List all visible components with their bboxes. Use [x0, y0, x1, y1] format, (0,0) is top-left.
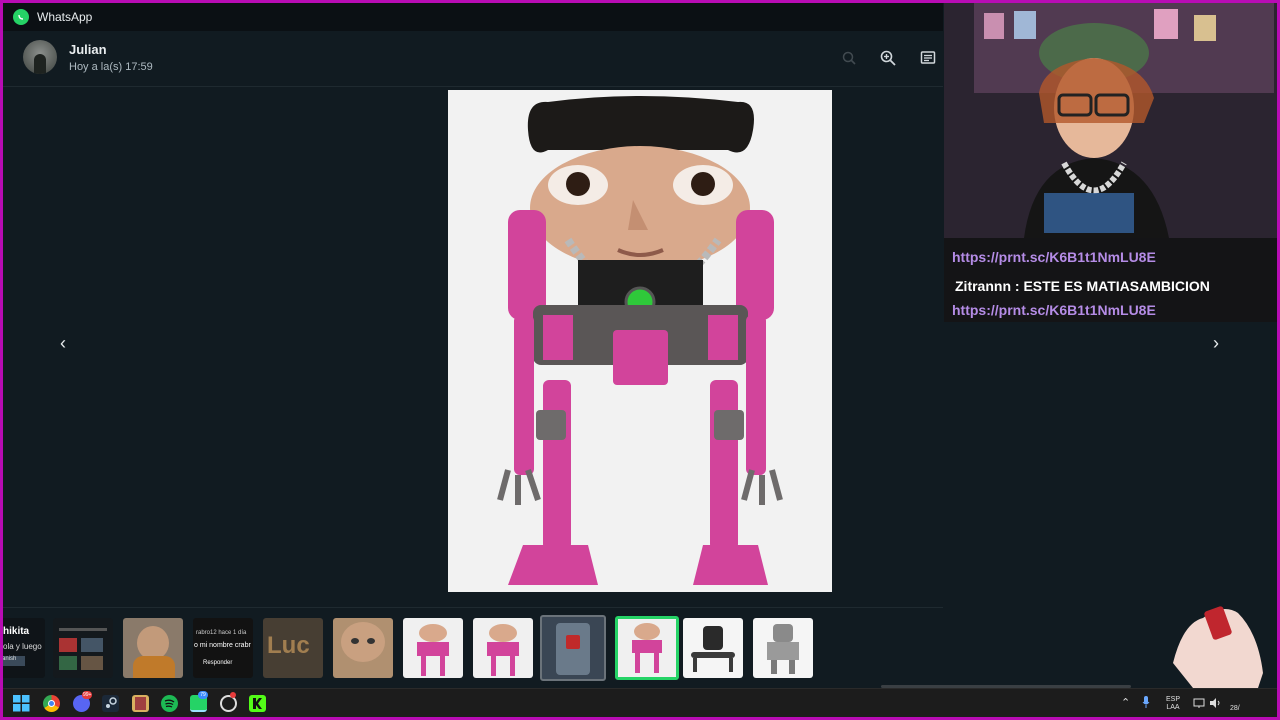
- language-indicator[interactable]: ESP LAA: [1163, 696, 1183, 712]
- thumbnail-7[interactable]: [403, 618, 463, 678]
- kick-icon[interactable]: [249, 695, 266, 712]
- thumb-text: ola y luego: [3, 642, 42, 651]
- windows-taskbar: 99+ 79 ⌃ ESP LAA 28/: [3, 688, 1277, 717]
- keyboard-layout: LAA: [1166, 704, 1180, 711]
- chat-link-1[interactable]: https://prnt.sc/K6B1t1NmLU8E: [952, 249, 1156, 265]
- screen-frame: WhatsApp Julian Hoy a la(s) 17:59 ‹ › ht…: [3, 3, 1277, 717]
- network-icon[interactable]: [1193, 696, 1205, 708]
- thumb-text: anish: [3, 656, 25, 666]
- spotify-icon[interactable]: [161, 695, 178, 712]
- robot-image: [448, 90, 832, 592]
- thumbnail-10-selected[interactable]: [615, 616, 679, 680]
- webcam-feed: [944, 3, 1277, 238]
- contact-name[interactable]: Julian: [69, 42, 107, 57]
- thumbnail-2[interactable]: [53, 618, 113, 678]
- window-title: WhatsApp: [37, 10, 93, 24]
- thumbnail-9[interactable]: [540, 615, 606, 681]
- chat-separator: :: [1011, 278, 1024, 294]
- whatsapp-logo-icon: [13, 9, 29, 25]
- thumbnail-8[interactable]: [473, 618, 533, 678]
- discord-icon[interactable]: 99+: [73, 691, 93, 712]
- message-timestamp: Hoy a la(s) 17:59: [69, 61, 153, 73]
- thumbnail-12[interactable]: [753, 618, 813, 678]
- window-titlebar: WhatsApp: [3, 3, 943, 31]
- next-media-button[interactable]: ›: [1202, 329, 1230, 357]
- clock-date[interactable]: 28/: [1230, 705, 1240, 712]
- windows-start-icon[interactable]: [13, 695, 30, 712]
- streamer-webcam-overlay: [944, 3, 1277, 238]
- stream-chat-overlay: https://prnt.sc/K6B1t1NmLU8E Zitrannn : …: [944, 238, 1277, 322]
- zoom-out-icon[interactable]: [838, 47, 860, 69]
- main-media-image[interactable]: [448, 90, 832, 592]
- zoom-in-icon[interactable]: [877, 47, 899, 69]
- chrome-icon[interactable]: [43, 695, 60, 712]
- microphone-icon[interactable]: [1142, 695, 1150, 709]
- thumbnail-5[interactable]: Luc: [263, 618, 323, 678]
- whatsapp-badge: 79: [198, 691, 208, 699]
- streamer-hand-overlay: [1163, 593, 1273, 688]
- thumbnail-3[interactable]: [123, 618, 183, 678]
- previous-media-button[interactable]: ‹: [49, 329, 77, 357]
- thumb-text: hikita: [3, 626, 30, 637]
- thumbnail-1[interactable]: hikita ola y luego anish: [3, 618, 45, 678]
- media-viewer-header: Julian Hoy a la(s) 17:59: [3, 31, 943, 87]
- media-thumbnail-strip: hikita ola y luego anish rabro12 hace 1 …: [3, 607, 943, 683]
- file-explorer-icon[interactable]: [132, 695, 149, 712]
- chevron-left-icon: ‹: [60, 332, 66, 353]
- thumbnail-11[interactable]: [683, 618, 743, 678]
- discord-badge: 99+: [82, 691, 93, 699]
- thumb-text: Responder: [203, 660, 233, 666]
- chat-message: Zitrannn : ESTE ES MATIASAMBICION: [955, 278, 1210, 294]
- chat-message-text: ESTE ES MATIASAMBICION: [1023, 278, 1210, 294]
- chevron-right-icon: ›: [1213, 332, 1219, 353]
- language-code: ESP: [1165, 696, 1180, 703]
- thumbnail-4[interactable]: rabro12 hace 1 día o mi nombre crabr Res…: [193, 618, 253, 678]
- thumbnail-6[interactable]: [333, 618, 393, 678]
- obs-icon[interactable]: [220, 692, 237, 712]
- chat-username: Zitrannn: [955, 278, 1011, 294]
- go-to-message-icon[interactable]: [917, 47, 939, 69]
- chevron-up-icon[interactable]: ⌃: [1121, 696, 1130, 709]
- steam-icon[interactable]: [102, 695, 119, 712]
- volume-icon[interactable]: [1209, 696, 1221, 708]
- whatsapp-taskbar-icon[interactable]: 79: [190, 691, 208, 712]
- contact-avatar[interactable]: [23, 40, 57, 74]
- chat-link-2[interactable]: https://prnt.sc/K6B1t1NmLU8E: [952, 302, 1156, 318]
- thumb-text: o mi nombre crabr: [194, 642, 251, 649]
- thumb-text: Luc: [267, 632, 310, 659]
- thumb-text: rabro12 hace 1 día: [196, 630, 247, 636]
